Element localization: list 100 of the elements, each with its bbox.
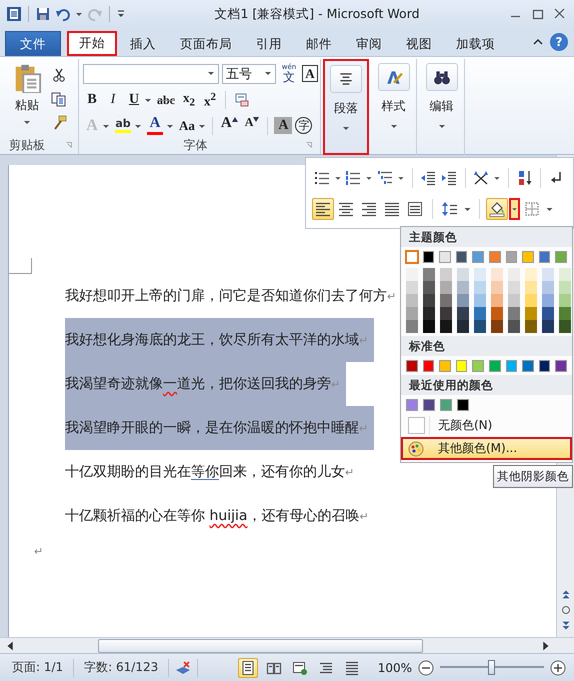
color-swatch[interactable] xyxy=(559,307,571,320)
color-swatch[interactable] xyxy=(456,251,468,263)
color-swatch[interactable] xyxy=(406,268,418,281)
color-swatch[interactable] xyxy=(525,294,537,307)
color-swatch[interactable] xyxy=(555,360,567,372)
superscript-button[interactable]: x$^{2}$ xyxy=(201,90,219,110)
paragraph-group-button[interactable]: 段落 xyxy=(323,59,369,155)
color-swatch[interactable] xyxy=(457,268,469,281)
color-swatch[interactable] xyxy=(474,294,486,307)
color-swatch[interactable] xyxy=(423,399,435,411)
word-count[interactable]: 字数: 61/123 xyxy=(80,659,162,676)
caret-icon[interactable] xyxy=(509,198,520,220)
color-swatch[interactable] xyxy=(559,281,571,294)
scissors-icon[interactable] xyxy=(51,67,67,83)
color-swatch[interactable] xyxy=(472,360,484,372)
more-colors-item[interactable]: 其他颜色(M)... xyxy=(401,437,572,460)
italic-button[interactable]: I xyxy=(104,90,122,110)
color-swatch[interactable] xyxy=(474,307,486,320)
color-swatch[interactable] xyxy=(439,360,451,372)
book-icon[interactable] xyxy=(175,660,192,676)
color-swatch[interactable] xyxy=(440,268,452,281)
color-swatch[interactable] xyxy=(542,320,554,333)
ribbon-tab[interactable]: 开始 xyxy=(67,31,117,56)
color-swatch[interactable] xyxy=(491,320,503,333)
color-swatch[interactable] xyxy=(406,307,418,320)
color-swatch[interactable] xyxy=(542,281,554,294)
color-swatch[interactable] xyxy=(440,399,452,411)
color-swatch[interactable] xyxy=(423,268,435,281)
color-swatch[interactable] xyxy=(488,360,501,372)
color-swatch[interactable] xyxy=(423,281,435,294)
page-count[interactable]: 页面: 1/1 xyxy=(8,659,68,676)
color-swatch[interactable] xyxy=(491,268,503,281)
color-swatch[interactable] xyxy=(440,294,452,307)
slider-thumb[interactable] xyxy=(488,660,495,675)
color-swatch[interactable] xyxy=(439,251,451,263)
color-swatch[interactable] xyxy=(538,251,550,263)
bold-button[interactable]: B xyxy=(83,90,101,110)
color-swatch[interactable] xyxy=(474,268,486,281)
editing-group-button[interactable]: 编辑 xyxy=(419,59,465,155)
color-swatch[interactable] xyxy=(423,320,435,333)
color-swatch[interactable] xyxy=(491,281,503,294)
ribbon-tab[interactable]: 引用 xyxy=(245,31,293,56)
color-swatch[interactable] xyxy=(559,268,571,281)
color-swatch[interactable] xyxy=(555,251,567,263)
shrink-font-button[interactable]: A xyxy=(242,116,262,136)
launcher-icon[interactable] xyxy=(304,140,314,150)
color-swatch[interactable] xyxy=(457,294,469,307)
ribbon-tab[interactable]: 插入 xyxy=(119,31,167,56)
horizontal-scrollbar[interactable] xyxy=(0,637,574,653)
color-swatch[interactable] xyxy=(406,281,418,294)
change-case-button[interactable]: Aa xyxy=(177,116,197,136)
color-swatch[interactable] xyxy=(525,320,537,333)
enclose-character-button[interactable]: 字 xyxy=(295,117,312,134)
ribbon-tab[interactable]: 审阅 xyxy=(345,31,393,56)
copy-icon[interactable] xyxy=(51,91,67,107)
color-swatch[interactable] xyxy=(508,320,520,333)
character-shading-button[interactable]: A xyxy=(274,117,292,134)
color-swatch[interactable] xyxy=(522,251,534,263)
color-swatch[interactable] xyxy=(522,360,534,372)
color-swatch[interactable] xyxy=(508,294,520,307)
color-swatch[interactable] xyxy=(474,320,486,333)
color-swatch[interactable] xyxy=(440,307,452,320)
color-swatch[interactable] xyxy=(472,251,484,263)
color-swatch[interactable] xyxy=(542,294,554,307)
paste-button[interactable]: 粘贴 xyxy=(9,63,45,136)
color-swatch[interactable] xyxy=(406,294,418,307)
color-swatch[interactable] xyxy=(457,307,469,320)
color-swatch[interactable] xyxy=(440,281,452,294)
color-swatch[interactable] xyxy=(422,360,434,372)
scroll-thumb[interactable] xyxy=(98,638,423,652)
color-swatch[interactable] xyxy=(423,307,435,320)
grow-font-button[interactable]: A xyxy=(218,116,240,136)
zoom-in-icon[interactable] xyxy=(550,660,566,676)
document-icon[interactable] xyxy=(6,6,22,22)
color-swatch[interactable] xyxy=(525,307,537,320)
launcher-icon[interactable] xyxy=(64,140,74,150)
styles-group-button[interactable]: 样式 xyxy=(371,59,417,155)
ribbon-tab[interactable]: 邮件 xyxy=(295,31,343,56)
help-button[interactable]: ? xyxy=(550,33,568,51)
character-border-button[interactable]: A xyxy=(302,65,318,82)
paint-bucket-button[interactable] xyxy=(486,198,508,220)
color-swatch[interactable] xyxy=(440,320,452,333)
font-name-field[interactable] xyxy=(83,64,219,84)
color-swatch[interactable] xyxy=(406,320,418,333)
no-color-item[interactable]: 无颜色(N) xyxy=(401,414,572,437)
color-swatch[interactable] xyxy=(542,307,554,320)
zoom-level[interactable]: 100% xyxy=(378,660,412,674)
color-swatch[interactable] xyxy=(406,360,418,372)
underline-button[interactable]: U xyxy=(125,90,143,110)
color-swatch[interactable] xyxy=(474,281,486,294)
color-swatch[interactable] xyxy=(491,294,503,307)
color-swatch[interactable] xyxy=(457,399,469,411)
color-swatch[interactable] xyxy=(538,360,550,372)
font-color-button[interactable]: A xyxy=(145,116,165,136)
view-button[interactable] xyxy=(238,658,258,678)
color-swatch[interactable] xyxy=(525,281,537,294)
color-swatch[interactable] xyxy=(491,307,503,320)
font-size-field[interactable]: 五号 xyxy=(222,64,276,84)
save-icon[interactable] xyxy=(35,6,51,22)
color-swatch[interactable] xyxy=(456,360,468,372)
